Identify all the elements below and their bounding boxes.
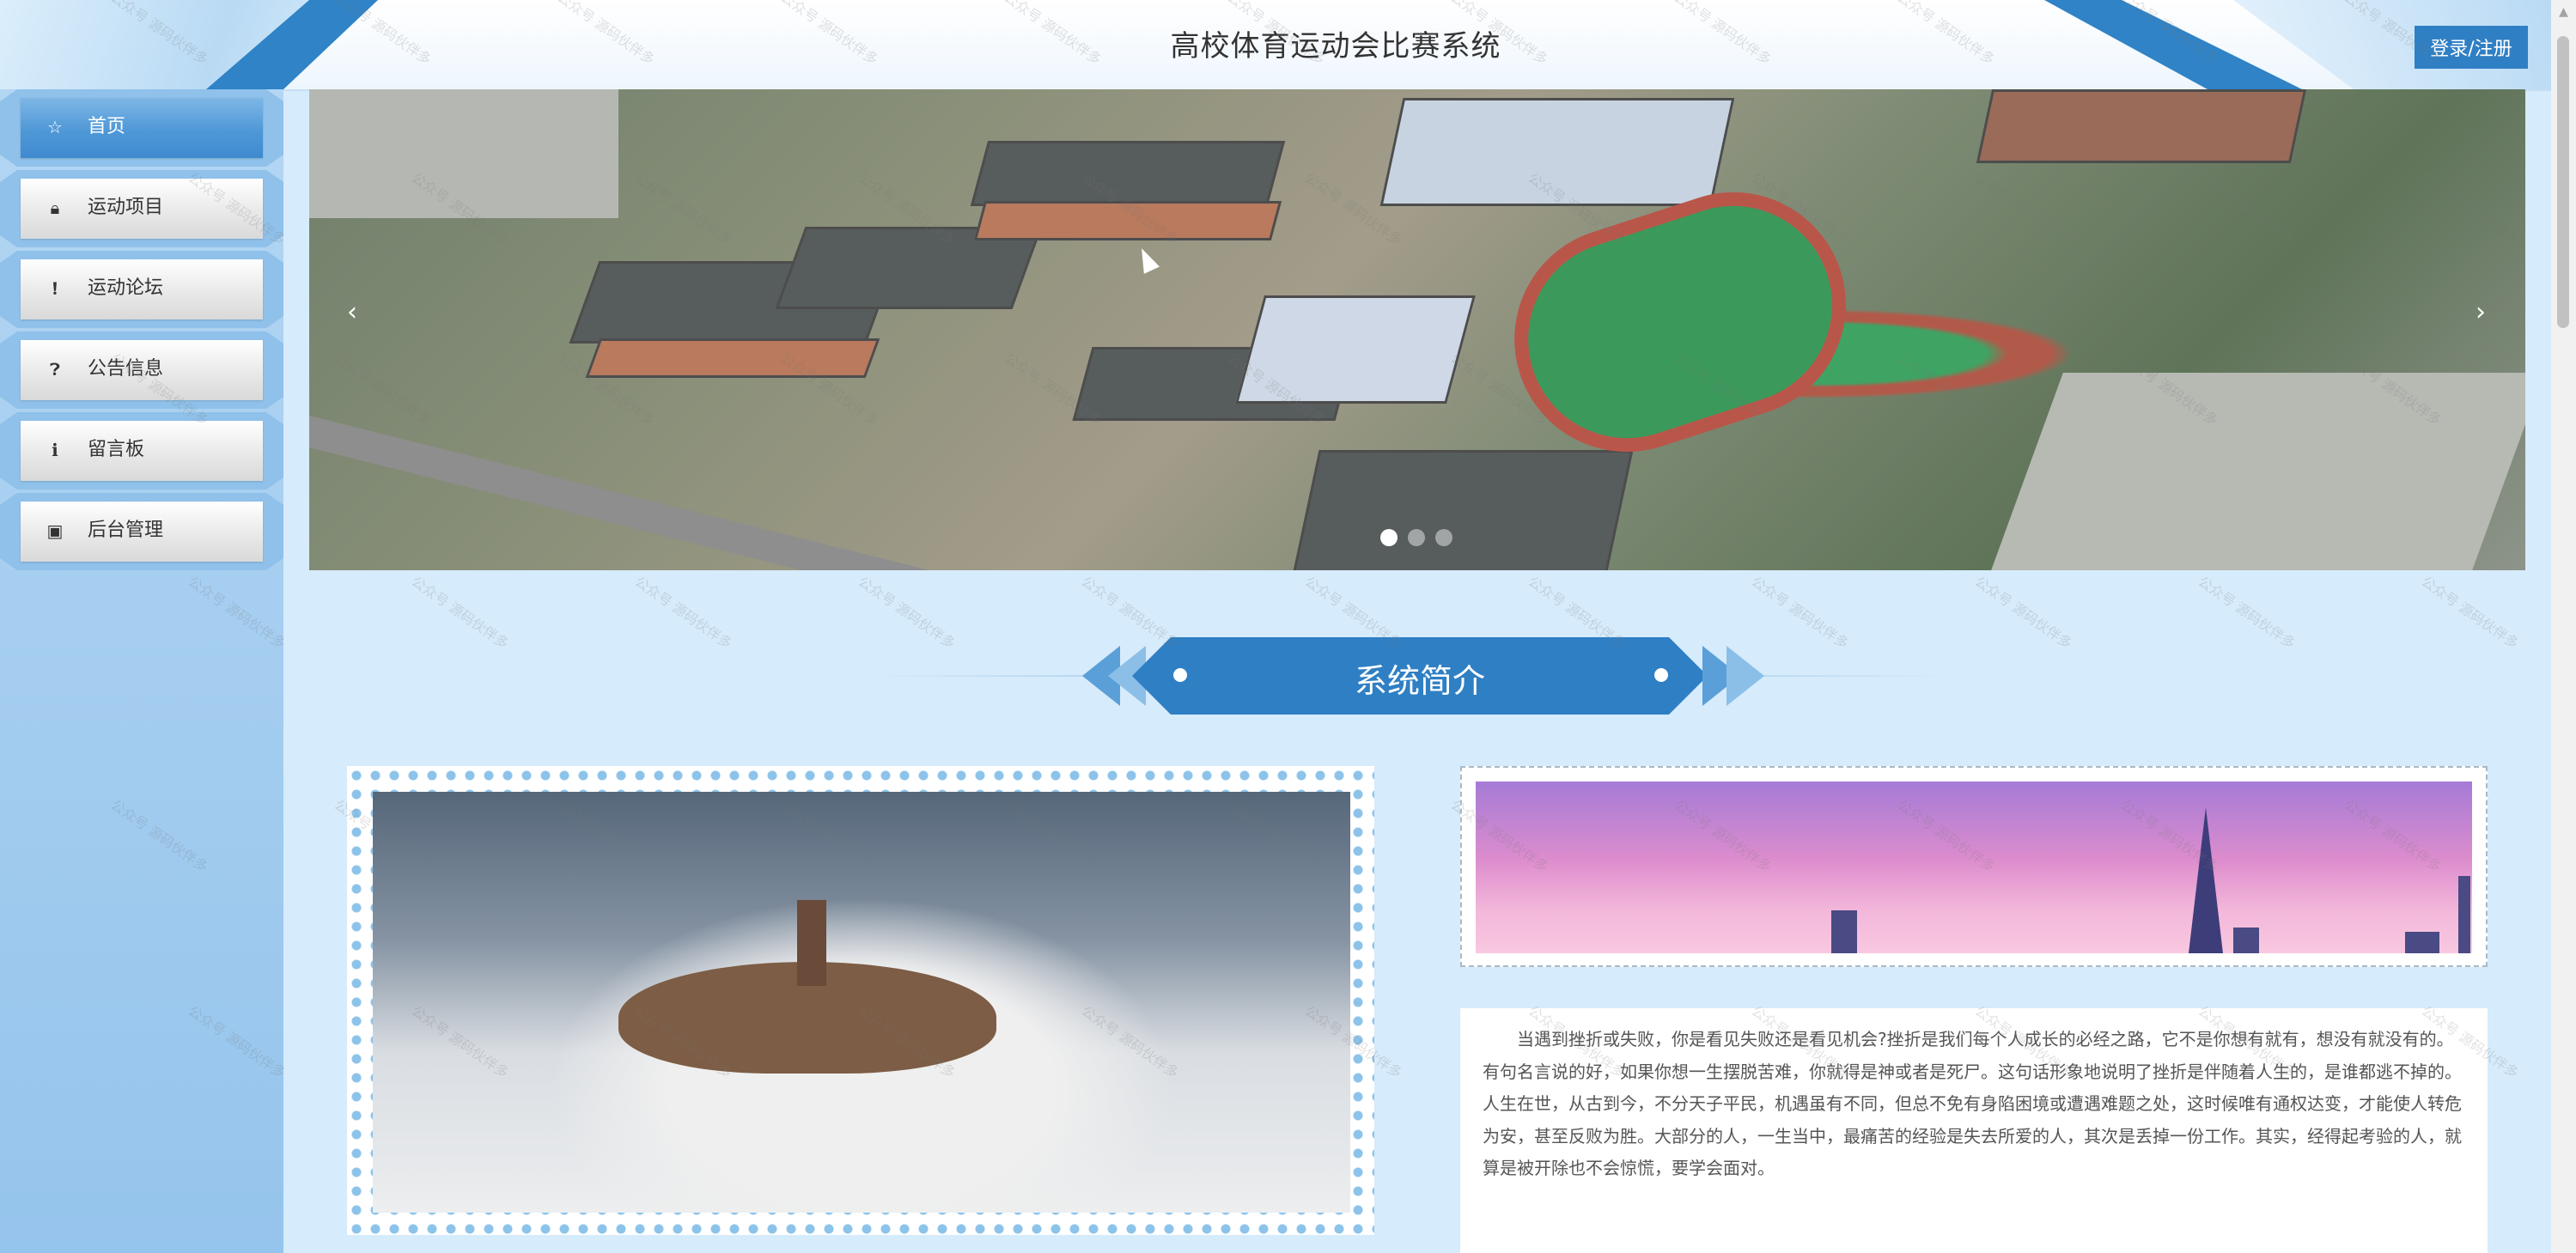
carousel-prev-arrow[interactable]: ‹ bbox=[335, 287, 369, 338]
watermark-text: 公众号 源码伙伴多 bbox=[631, 573, 735, 653]
skyline-building bbox=[2405, 932, 2439, 953]
watermark-text: 公众号 源码伙伴多 bbox=[408, 573, 512, 653]
section-title: 系统简介 bbox=[1354, 662, 1485, 700]
watermark-text: 公众号 源码伙伴多 bbox=[1748, 573, 1852, 653]
login-register-button[interactable]: 登录/注册 bbox=[2415, 26, 2528, 69]
sidebar-item-label: 公告信息 bbox=[88, 358, 164, 380]
skyline-building bbox=[2458, 876, 2470, 953]
sidebar-item-label: 留言板 bbox=[88, 439, 145, 460]
banner-sports-field bbox=[1485, 162, 1875, 482]
banner-building bbox=[973, 201, 1282, 240]
site-title: 高校体育运动会比赛系统 bbox=[1170, 29, 1501, 64]
sidebar-item-label: 首页 bbox=[88, 116, 126, 137]
banner-plaza bbox=[1991, 373, 2525, 570]
banner-building bbox=[585, 338, 880, 378]
carousel-indicators bbox=[1380, 529, 1466, 548]
intro-text-card: 当遇到挫折或失败，你是看见失败还是看见机会?挫折是我们每个人成长的必经之路，它不… bbox=[1460, 1008, 2488, 1253]
sidebar-item[interactable]: ❗︎ 运动论坛 bbox=[0, 251, 283, 328]
sidebar-item[interactable]: ☆ 首页 bbox=[0, 89, 283, 167]
carousel-next-arrow[interactable]: › bbox=[2463, 287, 2498, 338]
exclamation-circle-icon: ❗︎ bbox=[52, 278, 58, 299]
chevron-right-icon bbox=[1726, 646, 1764, 706]
intro-skyline-image bbox=[1476, 782, 2472, 953]
banner-carousel[interactable]: ‹ › bbox=[309, 89, 2525, 570]
banner-building bbox=[1976, 89, 2307, 163]
info-circle-icon: ℹ︎ bbox=[52, 440, 58, 460]
sidebar-item[interactable]: ❓︎ 公告信息 bbox=[0, 331, 283, 409]
banner-building bbox=[309, 89, 618, 218]
carousel-dot[interactable] bbox=[1380, 529, 1398, 546]
lock-icon: 🔒︎ bbox=[50, 198, 60, 218]
banner-road bbox=[309, 416, 1060, 570]
watermark-text: 公众号 源码伙伴多 bbox=[1971, 573, 2075, 653]
carousel-dot[interactable] bbox=[1435, 529, 1452, 546]
sidebar-item[interactable]: ▣ 后台管理 bbox=[0, 493, 283, 570]
sidebar-item[interactable]: ℹ︎ 留言板 bbox=[0, 412, 283, 490]
sidebar-item-label: 后台管理 bbox=[88, 520, 164, 541]
watermark-text: 公众号 源码伙伴多 bbox=[855, 573, 959, 653]
photo-tower bbox=[797, 900, 826, 986]
skyline-building bbox=[1831, 910, 1857, 953]
banner-building bbox=[1292, 450, 1634, 570]
intro-text: 当遇到挫折或失败，你是看见失败还是看见机会?挫折是我们每个人成长的必经之路，它不… bbox=[1483, 1029, 2462, 1178]
watermark-text: 公众号 源码伙伴多 bbox=[2195, 573, 2299, 653]
banner-gym bbox=[1235, 295, 1476, 404]
banner-building bbox=[970, 141, 1286, 206]
skyline-building bbox=[2233, 928, 2259, 953]
top-header: 高校体育运动会比赛系统 bbox=[0, 0, 2551, 91]
page-scrollbar[interactable]: ▲ bbox=[2551, 0, 2576, 1253]
sidebar-item[interactable]: 🔒︎ 运动项目 bbox=[0, 170, 283, 247]
scroll-up-arrow-icon[interactable]: ▲ bbox=[2551, 0, 2576, 24]
carousel-dot[interactable] bbox=[1408, 529, 1425, 546]
sidebar-item-label: 运动论坛 bbox=[88, 277, 164, 299]
watermark-text: 公众号 源码伙伴多 bbox=[2418, 573, 2522, 653]
star-icon: ☆ bbox=[47, 117, 63, 137]
question-circle-icon: ❓︎ bbox=[49, 359, 61, 380]
briefcase-icon: ▣ bbox=[46, 520, 64, 541]
sidebar-item-label: 运动项目 bbox=[88, 197, 164, 218]
banner-hall bbox=[1379, 98, 1735, 206]
scroll-thumb[interactable] bbox=[2557, 36, 2569, 328]
